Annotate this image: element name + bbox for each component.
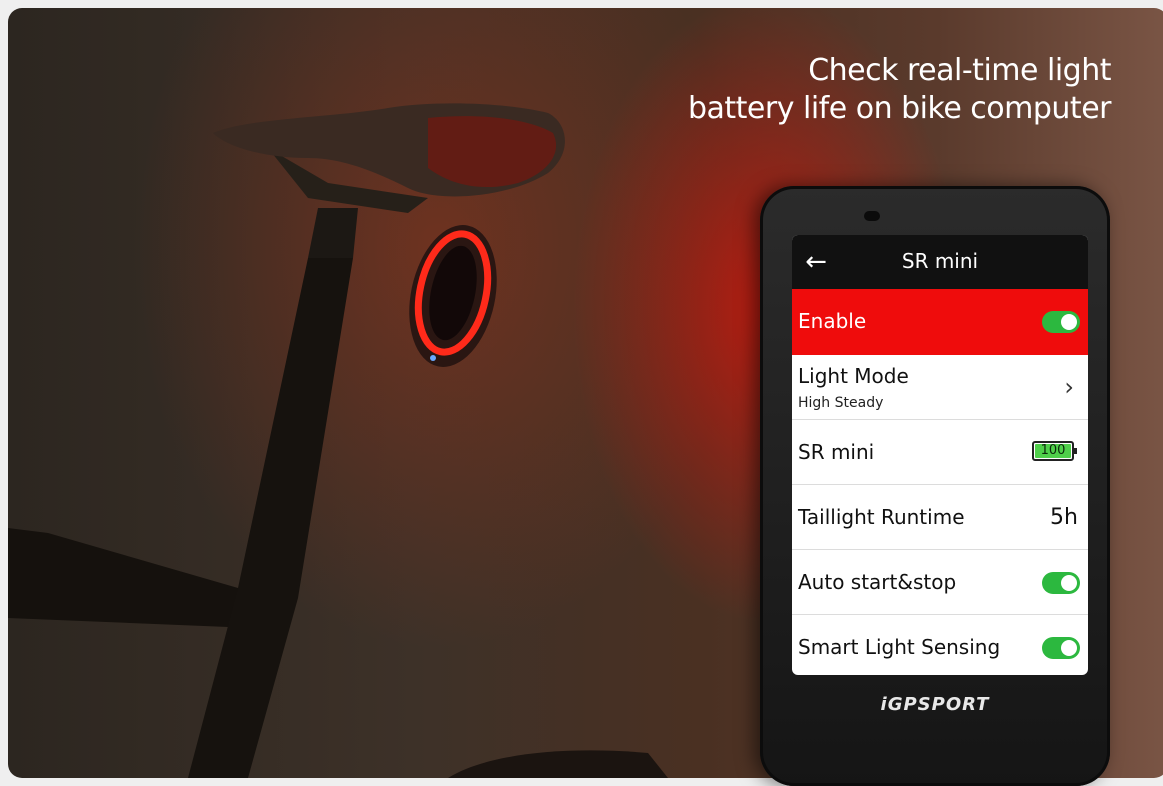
taillight-runtime-value: 5h bbox=[1050, 505, 1078, 530]
screen-header: ← SR mini bbox=[792, 235, 1088, 289]
sr-mini-battery-row: SR mini 100 bbox=[792, 420, 1088, 485]
light-mode-label: Light Mode bbox=[798, 364, 909, 388]
chevron-right-icon: › bbox=[1064, 373, 1074, 401]
auto-start-stop-label: Auto start&stop bbox=[798, 570, 957, 594]
smart-light-sensing-toggle[interactable] bbox=[1042, 637, 1080, 659]
device-screen: ← SR mini Enable Light Mode High Steady … bbox=[792, 235, 1088, 675]
toggle-knob bbox=[1061, 575, 1077, 591]
device-sensor bbox=[864, 211, 880, 221]
taillight bbox=[409, 225, 497, 367]
smart-light-sensing-row[interactable]: Smart Light Sensing bbox=[792, 615, 1088, 675]
battery-nub bbox=[1074, 448, 1077, 454]
battery-level: 100 bbox=[1035, 444, 1071, 458]
light-mode-row[interactable]: Light Mode High Steady › bbox=[792, 355, 1088, 420]
sr-mini-label: SR mini bbox=[798, 440, 875, 464]
headline-line-1: Check real-time light bbox=[808, 53, 1111, 88]
toggle-knob bbox=[1061, 640, 1077, 656]
toggle-knob bbox=[1061, 314, 1077, 330]
enable-label: Enable bbox=[798, 309, 867, 333]
enable-toggle[interactable] bbox=[1042, 311, 1080, 333]
taillight-runtime-label: Taillight Runtime bbox=[798, 505, 965, 529]
headline: Check real-time light battery life on bi… bbox=[687, 52, 1112, 128]
auto-start-stop-toggle[interactable] bbox=[1042, 572, 1080, 594]
device-brand-logo: iGPSPORT bbox=[880, 694, 990, 715]
battery-icon: 100 bbox=[1032, 441, 1077, 461]
smart-light-sensing-label: Smart Light Sensing bbox=[798, 635, 1001, 659]
auto-start-stop-row[interactable]: Auto start&stop bbox=[792, 550, 1088, 615]
enable-row[interactable]: Enable bbox=[792, 289, 1088, 355]
taillight-runtime-row: Taillight Runtime 5h bbox=[792, 485, 1088, 550]
headline-line-2: battery life on bike computer bbox=[687, 91, 1112, 126]
screen-title: SR mini bbox=[901, 249, 979, 273]
bike-computer: ← SR mini Enable Light Mode High Steady … bbox=[760, 186, 1110, 786]
light-mode-value: High Steady bbox=[798, 395, 884, 411]
